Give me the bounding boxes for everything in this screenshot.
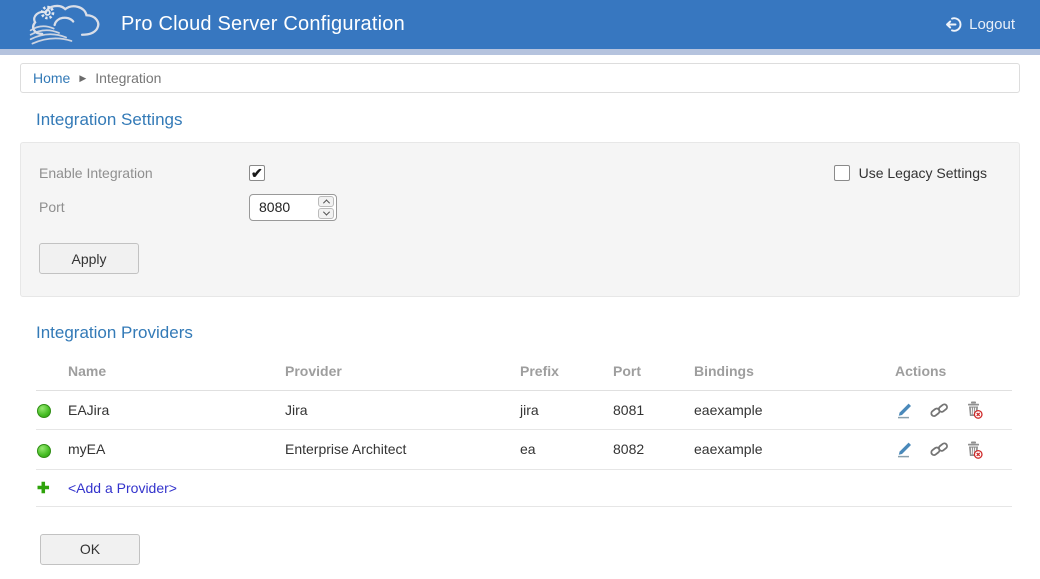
integration-providers-heading: Integration Providers (36, 323, 1040, 343)
link-icon (930, 441, 949, 458)
chevron-up-icon (322, 199, 329, 206)
app-header: Pro Cloud Server Configuration Logout (0, 0, 1040, 49)
header-divider (0, 49, 1040, 55)
enable-integration-label: Enable Integration (39, 165, 249, 181)
bindings-provider-button[interactable] (930, 402, 949, 419)
delete-provider-button[interactable] (965, 401, 984, 419)
breadcrumb-separator-icon: ▶ (79, 73, 86, 83)
link-icon (930, 402, 949, 419)
pencil-icon (896, 441, 913, 458)
provider-name-cell: EAJira (68, 391, 285, 430)
logout-button[interactable]: Logout (945, 16, 1015, 33)
integration-settings-panel: Enable Integration Use Legacy Settings P… (20, 142, 1020, 297)
provider-bindings-cell: eaexample (694, 430, 895, 469)
bindings-provider-button[interactable] (930, 441, 949, 458)
provider-column-header: Provider (285, 355, 520, 391)
cloud-logo-icon (28, 4, 106, 46)
trash-icon (966, 401, 983, 419)
actions-column-header: Actions (895, 355, 1012, 391)
port-input-box (249, 194, 337, 221)
logout-icon (945, 16, 962, 33)
status-column-header (36, 355, 68, 391)
providers-table: Name Provider Prefix Port Bindings Actio… (36, 355, 1012, 507)
add-provider-plus-icon[interactable]: ✚ (37, 480, 50, 497)
provider-type-cell: Jira (285, 391, 520, 430)
provider-port-cell: 8082 (613, 430, 694, 469)
apply-button[interactable]: Apply (39, 243, 139, 274)
port-row: Port (39, 193, 1001, 221)
providers-table-body: EAJira Jira jira 8081 eaexample (36, 391, 1012, 470)
provider-bindings-cell: eaexample (694, 391, 895, 430)
provider-row: EAJira Jira jira 8081 eaexample (36, 391, 1012, 430)
brand: Pro Cloud Server Configuration (28, 4, 405, 46)
use-legacy-group: Use Legacy Settings (834, 165, 1001, 181)
logout-label: Logout (969, 16, 1015, 33)
app-title: Pro Cloud Server Configuration (121, 13, 405, 36)
edit-provider-button[interactable] (895, 441, 914, 458)
breadcrumb: Home ▶ Integration (20, 63, 1020, 93)
integration-settings-heading: Integration Settings (36, 110, 1040, 130)
enable-integration-checkbox[interactable] (249, 165, 265, 181)
use-legacy-label: Use Legacy Settings (859, 165, 987, 181)
port-increment-button[interactable] (318, 196, 334, 207)
breadcrumb-current: Integration (95, 70, 161, 86)
enable-integration-row: Enable Integration Use Legacy Settings (39, 159, 1001, 187)
port-input[interactable] (250, 199, 306, 215)
provider-name-cell: myEA (68, 430, 285, 469)
port-column-header: Port (613, 355, 694, 391)
port-decrement-button[interactable] (318, 208, 334, 219)
status-online-icon (37, 444, 51, 458)
delete-provider-button[interactable] (965, 441, 984, 459)
add-provider-link[interactable]: <Add a Provider> (68, 480, 177, 496)
trash-icon (966, 441, 983, 459)
port-label: Port (39, 199, 249, 215)
port-spinner (318, 196, 334, 219)
use-legacy-checkbox[interactable] (834, 165, 850, 181)
breadcrumb-home-link[interactable]: Home (33, 70, 70, 86)
provider-prefix-cell: ea (520, 430, 613, 469)
bindings-column-header: Bindings (694, 355, 895, 391)
name-column-header: Name (68, 355, 285, 391)
providers-header-row: Name Provider Prefix Port Bindings Actio… (36, 355, 1012, 391)
chevron-down-icon (322, 208, 329, 215)
provider-row: myEA Enterprise Architect ea 8082 eaexam… (36, 430, 1012, 469)
provider-type-cell: Enterprise Architect (285, 430, 520, 469)
status-online-icon (37, 404, 51, 418)
prefix-column-header: Prefix (520, 355, 613, 391)
provider-prefix-cell: jira (520, 391, 613, 430)
provider-port-cell: 8081 (613, 391, 694, 430)
edit-provider-button[interactable] (895, 402, 914, 419)
ok-button[interactable]: OK (40, 534, 140, 565)
add-provider-row: ✚ <Add a Provider> (36, 469, 1012, 506)
pencil-icon (896, 402, 913, 419)
